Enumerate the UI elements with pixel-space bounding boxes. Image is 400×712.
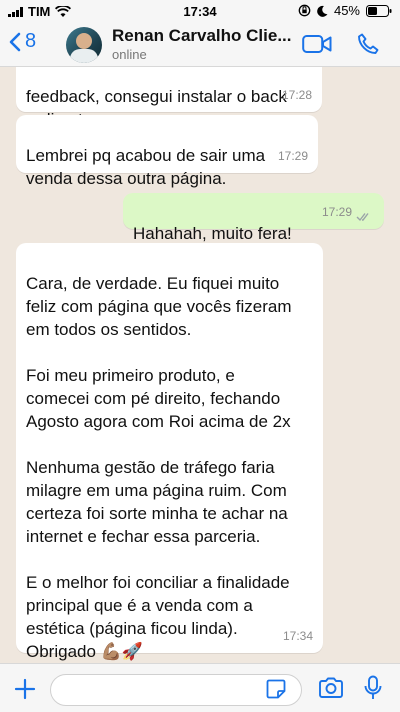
camera-icon[interactable] (318, 677, 344, 699)
message-input[interactable] (50, 674, 302, 706)
message-bubble-outgoing[interactable]: Hahahah, muito fera! 17:29 (123, 193, 384, 243)
video-call-icon[interactable] (302, 34, 332, 54)
battery-percent: 45% (333, 3, 360, 18)
contact-info[interactable]: Renan Carvalho Clie... online (112, 26, 292, 62)
message-bubble[interactable]: feedback, consegui instalar o back redir… (16, 67, 322, 129)
avatar[interactable] (66, 27, 102, 63)
status-right: 45% (298, 3, 392, 18)
contact-status: online (112, 47, 147, 62)
status-bar: TIM 17:34 45% (0, 0, 400, 22)
orientation-lock-icon (298, 4, 311, 17)
unread-count: 8 (25, 30, 37, 52)
message-composer (0, 663, 400, 712)
message-bubble[interactable]: Cara, de verdade. Eu fiquei muito feliz … (16, 243, 323, 661)
back-button[interactable]: 8 (8, 30, 36, 53)
sticker-icon[interactable] (266, 679, 286, 699)
message-time: 17:29 (321, 205, 352, 219)
chevron-left-icon (9, 32, 21, 51)
read-receipt-icon (356, 213, 369, 222)
contact-name: Renan Carvalho Clie... (112, 26, 292, 45)
message-text: Cara, de verdade. Eu fiquei muito feliz … (26, 274, 292, 661)
moon-icon (317, 5, 328, 17)
message-bubble[interactable]: Lembrei pq acabou de sair uma venda dess… (16, 115, 318, 188)
phone-call-icon[interactable] (356, 32, 380, 56)
plus-icon[interactable] (14, 678, 36, 700)
chat-area[interactable]: feedback, consegui instalar o back redir… (0, 67, 400, 663)
battery-icon (366, 4, 392, 17)
chat-header: 8 Renan Carvalho Clie... online (0, 22, 400, 67)
message-time: 17:28 (281, 88, 312, 102)
message-text: Lembrei pq acabou de sair uma venda dess… (26, 146, 266, 188)
microphone-icon[interactable] (364, 675, 382, 701)
message-time: 17:29 (277, 149, 308, 163)
message-time: 17:34 (282, 629, 313, 643)
message-text: Hahahah, muito fera! (133, 224, 292, 243)
